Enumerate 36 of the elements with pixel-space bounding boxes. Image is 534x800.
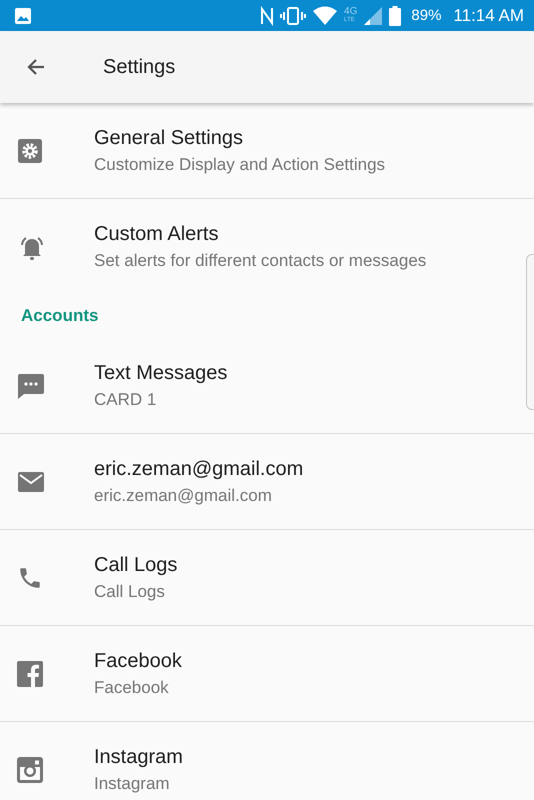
item-title: General Settings xyxy=(94,126,244,150)
settings-item[interactable]: General Settings Customize Display and Action Settings xyxy=(0,103,524,198)
settings-item[interactable]: Call Logs Call Logs xyxy=(0,530,524,625)
instagram-icon xyxy=(17,756,43,782)
nfc-icon xyxy=(260,6,274,26)
item-subtitle: Facebook xyxy=(94,678,170,698)
clock: 11:14 AM xyxy=(453,6,524,26)
settings-item[interactable]: eric.zeman@gmail.com eric.zeman@gmail.com xyxy=(0,434,524,529)
item-subtitle: Instagram xyxy=(94,774,171,794)
message-icon xyxy=(17,372,45,398)
settings-item[interactable]: Custom Alerts Set alerts for different contacts or messages xyxy=(0,199,524,294)
item-title: Custom Alerts xyxy=(94,222,220,246)
signal-icon xyxy=(363,6,384,26)
vibrate-icon xyxy=(280,6,306,26)
settings-item[interactable]: Facebook Facebook xyxy=(0,626,524,721)
battery-icon xyxy=(389,6,402,26)
settings-item[interactable]: Instagram Instagram xyxy=(0,722,524,800)
wifi-icon xyxy=(312,6,338,26)
item-subtitle: Call Logs xyxy=(94,582,166,602)
screen-title: Settings xyxy=(103,56,176,78)
facebook-icon xyxy=(17,660,43,686)
section-header: Accounts xyxy=(20,305,100,327)
item-title: Instagram xyxy=(94,746,183,768)
settings-item[interactable]: Text Messages CARD 1 xyxy=(0,338,524,433)
battery-percent: 89% xyxy=(411,7,442,24)
item-subtitle: Customize Display and Action Settings xyxy=(94,154,386,174)
image-icon xyxy=(14,6,32,24)
item-title: Facebook xyxy=(94,650,182,672)
item-subtitle: eric.zeman@gmail.com xyxy=(94,486,273,506)
item-title: eric.zeman@gmail.com xyxy=(94,458,304,480)
item-subtitle: Set alerts for different contacts or messages xyxy=(94,250,426,270)
item-title: Text Messages xyxy=(94,362,228,384)
gear-icon xyxy=(17,138,43,164)
mail-icon xyxy=(17,470,45,492)
item-title: Call Logs xyxy=(94,554,178,576)
item-subtitle: CARD 1 xyxy=(94,390,158,410)
